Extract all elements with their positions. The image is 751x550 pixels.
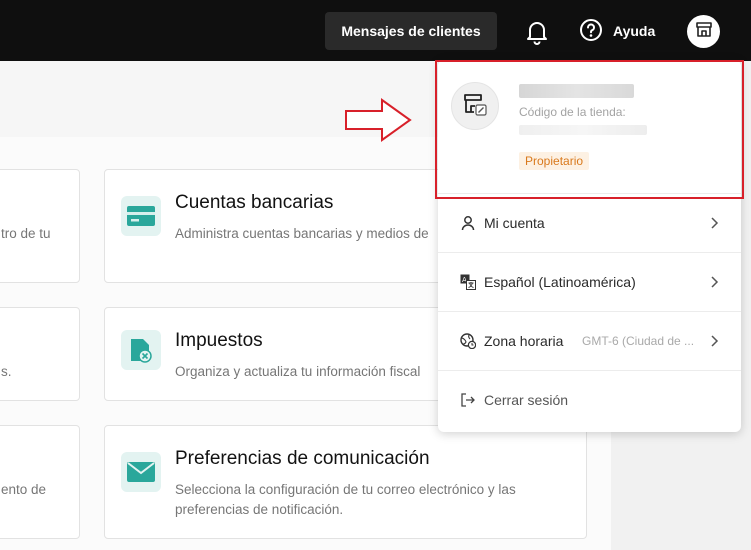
storefront-edit-icon (462, 91, 488, 122)
card-description: s. (1, 364, 12, 379)
logout-icon (460, 392, 476, 408)
card-description: tro de tu (1, 226, 51, 241)
card-description: ento de (1, 482, 47, 497)
card-description: Selecciona la configuración de tu correo… (175, 482, 516, 517)
card-description: Organiza y actualiza tu información fisc… (175, 364, 421, 379)
menu-item-label: Zona horaria (484, 333, 564, 349)
card-description: Administra cuentas bancarias y medios de (175, 226, 429, 241)
menu-item-label: Cerrar sesión (484, 392, 569, 408)
menu-item-my-account[interactable]: Mi cuenta (438, 193, 741, 252)
card-title: Preferencias de comunicación (175, 448, 430, 469)
menu-item-language[interactable]: A Español (Latinoamérica) (438, 252, 741, 311)
role-badge: Propietario (519, 152, 590, 170)
menu-item-label: Mi cuenta (484, 215, 545, 231)
settings-card[interactable]: tro de tu (0, 169, 80, 283)
chevron-right-icon (709, 334, 719, 348)
storefront-icon (695, 20, 713, 43)
translate-icon: A (460, 274, 476, 290)
help-label: Ayuda (613, 23, 656, 39)
menu-item-timezone[interactable]: Zona horaria GMT-6 (Ciudad de ... (438, 311, 741, 370)
store-name-redacted (519, 84, 634, 98)
menu-item-label: Español (Latinoamérica) (484, 274, 636, 290)
store-code-redacted (519, 125, 647, 135)
tax-document-icon (121, 330, 161, 370)
globe-clock-icon (460, 333, 476, 349)
person-icon (460, 215, 476, 231)
settings-card[interactable]: ento de (0, 425, 80, 539)
communication-preferences-card[interactable]: Preferencias de comunicación Selecciona … (104, 425, 587, 539)
card-title: Cuentas bancarias (175, 192, 334, 213)
store-avatar-button[interactable] (687, 15, 720, 48)
chevron-right-icon (709, 275, 719, 289)
top-bar: Mensajes de clientes Ayuda (0, 0, 751, 61)
chevron-right-icon (709, 216, 719, 230)
store-profile-avatar[interactable] (451, 82, 499, 130)
settings-card[interactable]: s. (0, 307, 80, 401)
menu-item-logout[interactable]: Cerrar sesión (438, 370, 741, 429)
help-button[interactable]: Ayuda (579, 18, 655, 44)
question-circle-icon (579, 18, 603, 45)
bell-icon[interactable] (525, 19, 549, 45)
timezone-value: GMT-6 (Ciudad de ... (582, 334, 695, 348)
store-code-label: Código de la tienda: (519, 105, 626, 119)
bank-card-icon (121, 196, 161, 236)
customer-messages-button[interactable]: Mensajes de clientes (325, 12, 497, 50)
account-dropdown: Código de la tienda: Propietario Mi cuen… (438, 60, 741, 432)
card-title: Impuestos (175, 330, 263, 351)
annotation-arrow (344, 98, 412, 142)
envelope-icon (121, 452, 161, 492)
